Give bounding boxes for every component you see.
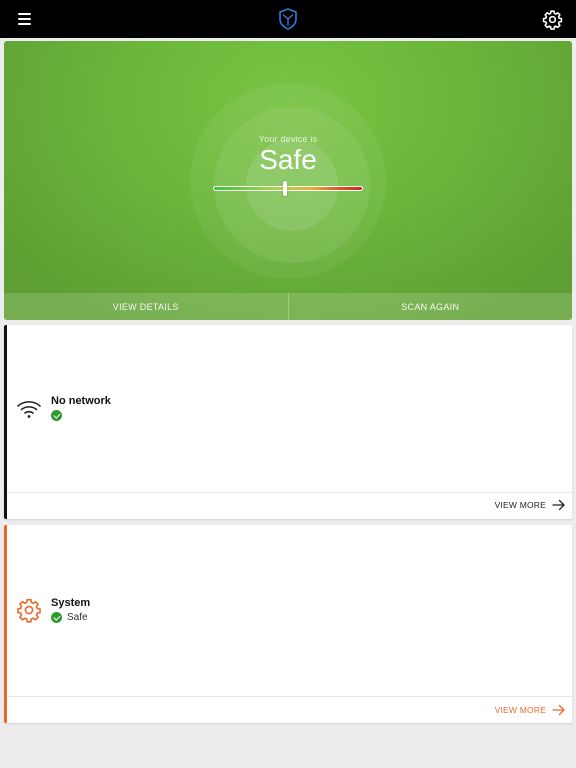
network-view-more-link[interactable]: VIEW MORE xyxy=(495,499,566,511)
system-title: System xyxy=(51,597,91,609)
card-divider xyxy=(7,492,572,493)
shield-logo-icon xyxy=(279,8,297,30)
network-card[interactable]: No network VIEW MORE xyxy=(4,325,572,519)
status-subtitle: Your device is xyxy=(258,134,318,144)
system-status: Safe xyxy=(51,612,88,623)
wifi-icon xyxy=(17,401,41,418)
hamburger-menu-icon[interactable] xyxy=(13,10,37,28)
view-more-label: VIEW MORE xyxy=(494,705,546,715)
check-icon xyxy=(51,410,62,421)
view-more-label: VIEW MORE xyxy=(494,500,546,510)
arrow-right-icon xyxy=(552,499,565,511)
system-status-text: Safe xyxy=(67,612,88,623)
card-accent-stripe xyxy=(4,325,7,519)
gear-icon[interactable] xyxy=(542,9,563,30)
gear-icon xyxy=(17,598,41,623)
safety-meter xyxy=(213,186,363,191)
system-view-more-link[interactable]: VIEW MORE xyxy=(495,704,566,716)
check-icon xyxy=(51,612,62,623)
system-card[interactable]: System Safe VIEW MORE xyxy=(4,525,572,723)
status-label: Safe xyxy=(259,144,317,175)
device-status-panel: Your device is Safe VIEW DETAILS SCAN AG… xyxy=(4,41,572,320)
card-accent-stripe xyxy=(4,525,7,723)
top-app-bar xyxy=(0,0,576,38)
arrow-right-icon xyxy=(552,704,565,716)
network-title: No network xyxy=(51,395,111,407)
view-details-button[interactable]: VIEW DETAILS xyxy=(4,293,288,320)
scan-again-button[interactable]: SCAN AGAIN xyxy=(289,293,573,320)
safety-meter-indicator xyxy=(283,181,287,196)
card-divider xyxy=(7,696,572,697)
hero-action-bar: VIEW DETAILS SCAN AGAIN xyxy=(4,293,572,320)
network-status xyxy=(51,410,67,421)
